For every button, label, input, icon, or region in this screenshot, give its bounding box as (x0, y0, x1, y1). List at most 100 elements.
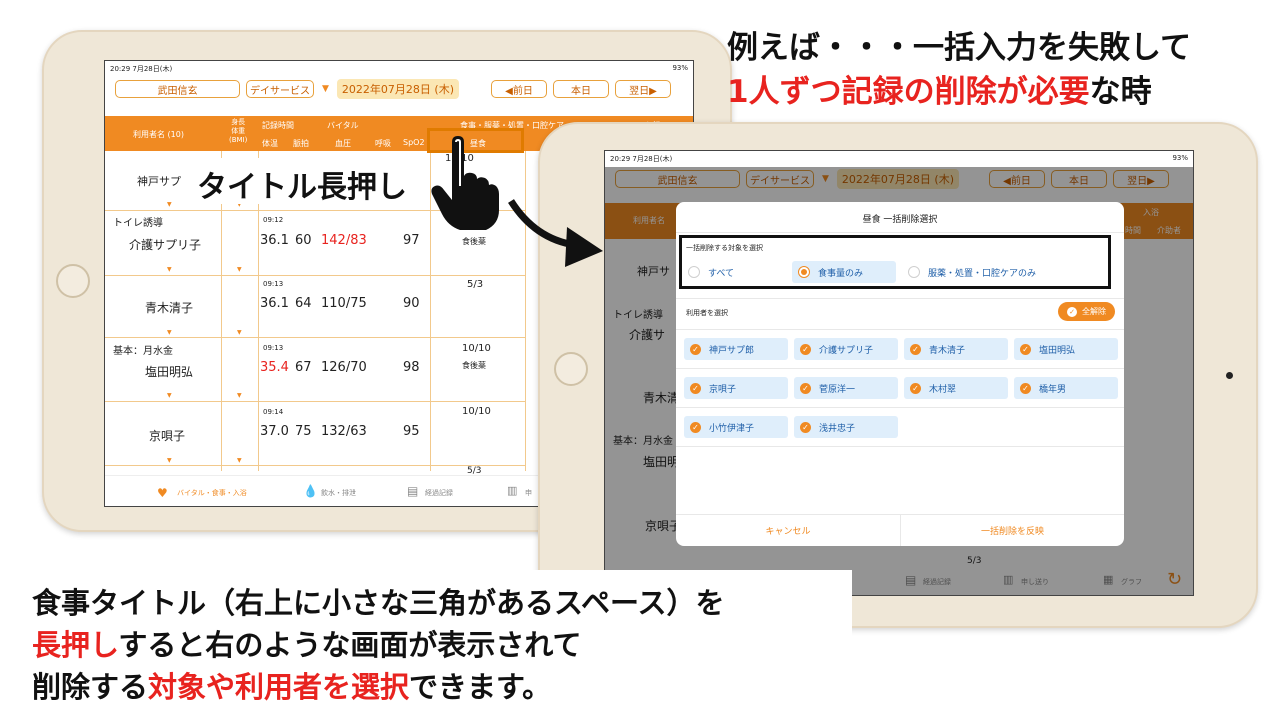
tab-handover[interactable]: 申 (525, 488, 532, 498)
clear-all-button[interactable]: ✓ 全解除 (1058, 302, 1115, 321)
check-icon: ✓ (800, 343, 811, 355)
user-checkbox[interactable]: ✓ 介護サプリ子 (794, 338, 898, 360)
tab-vital[interactable]: バイタル・食事・入浴 (177, 488, 247, 498)
record-time: 09:12 (263, 216, 284, 224)
status-bar: 20:29 7月28日(木) 93% (605, 151, 1193, 167)
date-display[interactable]: 2022年07月28日 (木) (336, 79, 459, 99)
header-vital: バイタル (327, 121, 359, 130)
header-resp: 呼吸 (375, 139, 391, 148)
temp-value: 36.1 (260, 296, 289, 311)
user-checkbox[interactable]: ✓ 青木清子 (904, 338, 1008, 360)
user-label: 菅原洋一 (819, 384, 856, 395)
apply-delete-button[interactable]: 一括削除を反映 (901, 515, 1124, 546)
check-icon: ✓ (690, 343, 701, 355)
heading-red: 1人ずつ記録の削除が必要 (727, 74, 1090, 110)
user-checkbox[interactable]: ✓ 浅井忠子 (794, 416, 898, 438)
caption-line1: 食事タイトル（右上に小さな三角があるスペース）を (32, 586, 725, 620)
tab-water[interactable]: 飲水・排泄 (321, 488, 356, 498)
caption-text: すると右のような画面が表示されて (118, 628, 582, 662)
prev-day-button[interactable]: ◀前日 (491, 80, 547, 98)
meal-value[interactable]: 10/10 (462, 406, 491, 417)
meal-value[interactable]: 10/10 (462, 343, 491, 354)
user-label: 神戸サプ郎 (709, 345, 755, 356)
check-icon: ✓ (1067, 306, 1077, 317)
bp-value: 110/75 (321, 296, 367, 311)
status-bar: 20:29 7月28日(木) 93% (105, 61, 693, 77)
check-icon: ✓ (1020, 382, 1031, 394)
left-home-button[interactable] (56, 264, 90, 298)
user-note: 基本：月水金 (113, 346, 173, 357)
meal-value[interactable]: 5/3 (467, 279, 483, 290)
hand-pointer-icon (431, 136, 499, 230)
user-note: トイレ誘導 (113, 218, 163, 229)
right-home-button[interactable] (554, 352, 588, 386)
users-label: 利用者を選択 (686, 309, 728, 317)
today-button[interactable]: 本日 (553, 80, 609, 98)
user-checkbox[interactable]: ✓ 橋年男 (1014, 377, 1118, 399)
caption-line3: 削除する対象や利用者を選択できます。 (32, 664, 551, 706)
left-toolbar: 武田信玄 デイサービス ▼ 2022年07月28日 (木) ◀前日 本日 翌日▶ (105, 77, 693, 101)
battery-level: 93% (672, 64, 688, 72)
record-time: 09:13 (263, 280, 284, 288)
check-icon: ✓ (800, 421, 811, 433)
user-checkbox[interactable]: ✓ 塩田明弘 (1014, 338, 1118, 360)
header-height-weight: 身長 体重 (BMI) (229, 118, 248, 144)
user-checkbox[interactable]: ✓ 神戸サプ郎 (684, 338, 788, 360)
check-icon: ✓ (690, 382, 701, 394)
spo2-value: 97 (403, 233, 420, 248)
user-name[interactable]: 介護サプリ子 (129, 236, 201, 253)
check-icon: ✓ (910, 343, 921, 355)
camera-dot (1226, 372, 1233, 379)
user-name[interactable]: 神戸サプ (137, 173, 181, 189)
arrow-icon (508, 199, 603, 267)
user-label: 橋年男 (1039, 384, 1067, 395)
medication-value[interactable]: 食後薬 (462, 236, 486, 247)
cancel-button[interactable]: キャンセル (676, 515, 900, 546)
pulse-value: 67 (295, 360, 312, 375)
user-label: 青木清子 (929, 345, 966, 356)
temp-value: 36.1 (260, 233, 289, 248)
user-checkbox[interactable]: ✓ 木村翠 (904, 377, 1008, 399)
caption-red: 対象や利用者を選択 (148, 670, 410, 704)
record-time: 09:13 (263, 344, 284, 352)
handover-icon: ▥ (507, 484, 518, 497)
clear-all-label: 全解除 (1082, 307, 1106, 316)
header-pulse: 脈拍 (293, 139, 309, 148)
user-label: 京唄子 (709, 384, 737, 395)
check-icon: ✓ (1020, 343, 1031, 355)
slide: 20:29 7月28日(木) 93% 武田信玄 デイサービス ▼ 2022年07… (0, 0, 1279, 719)
callout-label: タイトル長押し (197, 170, 407, 205)
header-bp: 血圧 (335, 139, 351, 148)
spo2-value: 90 (403, 296, 420, 311)
heart-pulse-icon: ♥ (157, 486, 168, 500)
user-name[interactable]: 京唄子 (149, 427, 185, 444)
user-checkbox[interactable]: ✓ 小竹伊津子 (684, 416, 788, 438)
user-name[interactable]: 塩田明弘 (145, 363, 193, 380)
battery-level: 93% (1172, 154, 1188, 162)
date-dropdown-icon[interactable]: ▼ (322, 84, 329, 94)
user-label: 介護サプリ子 (819, 345, 874, 356)
target-options-highlight (679, 235, 1111, 289)
caption-text: 削除する (32, 670, 149, 704)
pulse-value: 64 (295, 296, 312, 311)
heading-black: な時 (1089, 74, 1152, 110)
user-name[interactable]: 青木清子 (145, 299, 193, 316)
medication-value[interactable]: 食後薬 (462, 360, 486, 371)
water-drop-icon: 💧 (303, 484, 318, 498)
header-spo2: SpO2 (403, 138, 425, 147)
caption-red: 長押し (32, 628, 119, 662)
user-checkbox[interactable]: ✓ 京唄子 (684, 377, 788, 399)
header-users: 利用者名 (10) (133, 130, 184, 139)
caption-line2: 長押しすると右のような画面が表示されて (32, 622, 582, 664)
check-icon: ✓ (800, 382, 811, 394)
service-select[interactable]: デイサービス (246, 80, 314, 98)
next-day-button[interactable]: 翌日▶ (615, 80, 671, 98)
user-label: 小竹伊津子 (709, 423, 755, 434)
heading-line1: 例えば・・・一括入力を失敗して (727, 30, 1192, 66)
bp-value: 126/70 (321, 360, 367, 375)
user-checkbox[interactable]: ✓ 菅原洋一 (794, 377, 898, 399)
caption-text: できます。 (409, 670, 552, 704)
staff-select[interactable]: 武田信玄 (115, 80, 240, 98)
tab-progress[interactable]: 経過記録 (425, 488, 453, 498)
status-time: 20:29 7月28日(木) (610, 155, 673, 163)
